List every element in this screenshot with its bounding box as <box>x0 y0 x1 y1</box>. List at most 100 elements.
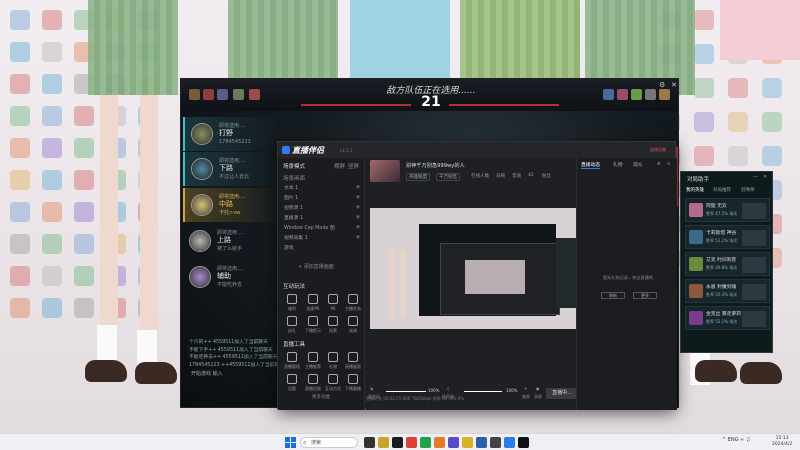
scene-item[interactable]: 游戏 <box>284 243 360 252</box>
tool-button[interactable]: 送礼 <box>283 316 301 334</box>
steam-icon[interactable] <box>476 437 487 448</box>
scene-item[interactable]: Window Cap Mode 图 ◉ <box>284 223 360 232</box>
eye-icon[interactable]: ◉ <box>356 215 360 220</box>
app-icon[interactable] <box>406 437 417 448</box>
scene-item[interactable]: 图片 1 ◉ <box>284 193 360 202</box>
app-icon[interactable] <box>504 437 515 448</box>
taskview-icon[interactable] <box>364 437 375 448</box>
eye-icon[interactable]: ◉ <box>356 225 360 230</box>
lane-slot-support[interactable]: 即将选用.... 辅助 不能吃养去 <box>183 260 279 294</box>
preview-leg <box>388 248 394 318</box>
tab-gifts[interactable]: 礼物 <box>613 161 623 168</box>
eye-icon[interactable]: ◉ <box>356 185 360 190</box>
tab-summoner[interactable]: 召唤师 <box>741 187 755 193</box>
settings-icon[interactable]: ⚙ <box>659 81 665 89</box>
close-icon[interactable]: ✕ <box>763 174 767 180</box>
hero-card[interactable]: 永恩 封魔剑魂 胜率 50.3% 场次 <box>685 279 770 303</box>
wifi-icon[interactable]: ≈ <box>740 437 744 443</box>
hero-portrait-icon <box>689 203 703 217</box>
chat-input[interactable]: 开始游戏 输入 <box>191 370 291 378</box>
tool-button[interactable]: 直播管理 <box>283 352 301 370</box>
game-assistant-panel: 对局助手 — ✕ 我的英雄 对局推荐 召唤师 阿狸 无双 胜率 47.5% 场次… <box>680 171 773 353</box>
room-tag[interactable]: 英雄联盟 <box>406 173 430 181</box>
tool-button[interactable]: 直播画面 <box>344 352 362 370</box>
record-icon[interactable]: ● <box>536 386 540 391</box>
settings-icon[interactable]: ⚙ <box>657 161 661 166</box>
start-button[interactable] <box>285 437 296 448</box>
link-icon <box>348 316 358 326</box>
app-icon[interactable] <box>392 437 403 448</box>
eye-icon[interactable]: ◉ <box>356 235 360 240</box>
scene-item[interactable]: 视频采集 1 ◉ <box>284 233 360 242</box>
tool-button[interactable]: 主播任务 <box>344 294 362 312</box>
room-stat: 粉丝 <box>542 174 551 179</box>
app-icon[interactable] <box>490 437 501 448</box>
app-icon[interactable] <box>462 437 473 448</box>
tool-button[interactable]: 话题 <box>283 374 301 392</box>
room-tag[interactable]: 千万别急 <box>436 173 460 181</box>
tab-my-heroes[interactable]: 我的英雄 <box>686 187 704 193</box>
tool-button[interactable]: PK <box>324 294 342 311</box>
speaker-icon[interactable]: ♫ <box>446 386 450 391</box>
tool-button[interactable]: 福利 <box>283 294 301 312</box>
eye-icon[interactable]: ◉ <box>356 195 360 200</box>
language-indicator[interactable]: ENG <box>728 437 739 443</box>
hero-card[interactable]: 金克丝 暴走萝莉 胜率 52.1% 场次 <box>685 306 770 330</box>
refresh-button[interactable]: 刷新 <box>601 292 625 299</box>
tool-button[interactable]: 下播提示 <box>304 316 322 334</box>
lane-slot-jungle[interactable]: 即将选用.... 打野 1784545223 <box>183 117 279 151</box>
tab-portrait[interactable]: 竖屏 <box>348 162 359 170</box>
hero-card[interactable]: 艾克 时间刺客 胜率 49.8% 场次 <box>685 252 770 276</box>
more-features-link[interactable]: 更多功能 <box>312 394 330 400</box>
volume-icon[interactable]: ♫ <box>746 437 750 443</box>
mic-icon[interactable]: ◉ <box>370 386 374 391</box>
tab-landscape[interactable]: 横屏 <box>334 162 345 170</box>
connect-device-button[interactable]: 连接设备 <box>650 147 666 153</box>
tool-button[interactable]: 主播推荐 <box>304 352 322 370</box>
tool-button[interactable]: 直播回放 <box>304 374 322 392</box>
tool-label: 送礼 <box>288 328 296 333</box>
tool-button[interactable]: 连线 <box>344 316 362 334</box>
app-icon[interactable] <box>378 437 389 448</box>
scene-item[interactable]: 直播源 1 ◉ <box>284 213 360 222</box>
close-icon[interactable]: ✕ <box>667 161 670 166</box>
add-source-button[interactable]: + 添加直播画面 <box>298 263 334 270</box>
scene-item[interactable]: 文本 1 ◉ <box>284 183 360 192</box>
lane-slot-bottom[interactable]: 即将选用.... 下路 不过让人去北 <box>183 152 279 186</box>
lane-slot-top[interactable]: 即将选用.... 上路 被了么就手 <box>183 224 279 258</box>
tool-button[interactable]: 互动方式 <box>324 374 342 392</box>
tool-button[interactable]: 投票 <box>324 316 342 334</box>
streaming-app-window: 直播伴侣 v1.2.3 场景模式 横屏 竖屏 场景画面 文本 1 ◉ 图片 1 ◉ … <box>277 141 677 410</box>
hero-card[interactable]: 卡莉斯塔 神谷 胜率 51.2% 场次 <box>685 225 770 249</box>
stream-preview[interactable] <box>370 208 585 329</box>
app-icon[interactable] <box>420 437 431 448</box>
more-button[interactable]: 更多 <box>633 292 657 299</box>
room-title[interactable]: 别神千万别急999wy的人 <box>406 162 465 169</box>
room-cover-thumbnail[interactable] <box>370 160 400 182</box>
tab-recommend[interactable]: 对局推荐 <box>713 187 731 193</box>
eye-icon[interactable]: ◉ <box>356 205 360 210</box>
tool-label: 直播管理 <box>284 364 300 369</box>
app-icon[interactable] <box>518 437 529 448</box>
tool-button[interactable]: 下播重播 <box>344 374 362 392</box>
beauty-icon[interactable]: ✦ <box>524 386 527 391</box>
mic-volume-slider[interactable] <box>386 391 426 392</box>
tab-live-activity[interactable]: 直播动态 <box>581 161 601 169</box>
taskbar-search[interactable]: 搜索 <box>300 437 358 448</box>
lane-role: 辅助 <box>217 272 231 281</box>
app-icon[interactable] <box>448 437 459 448</box>
tool-button[interactable]: 礼物 <box>324 352 342 370</box>
chevron-up-icon[interactable]: ^ <box>722 437 726 443</box>
tab-audience[interactable]: 观众 <box>633 161 643 168</box>
scene-mode-dropdown[interactable]: 场景模式 <box>283 162 305 170</box>
hero-card[interactable]: 阿狸 无双 胜率 47.5% 场次 <box>685 198 770 222</box>
scene-item[interactable]: 视频源 1 ◉ <box>284 203 360 212</box>
system-tray[interactable]: ^ ENG ≈ ♫ <box>722 437 750 443</box>
minimize-icon[interactable]: — <box>753 174 758 180</box>
speaker-volume-slider[interactable] <box>464 391 502 392</box>
clock[interactable]: 15:13 2024/4/2 <box>772 436 792 448</box>
close-icon[interactable]: ✕ <box>671 81 677 89</box>
tool-button[interactable]: 连麦PK <box>304 294 322 312</box>
lane-slot-mid[interactable]: 即将选用.... 中路 卡托>vw <box>183 188 279 222</box>
app-icon[interactable] <box>434 437 445 448</box>
